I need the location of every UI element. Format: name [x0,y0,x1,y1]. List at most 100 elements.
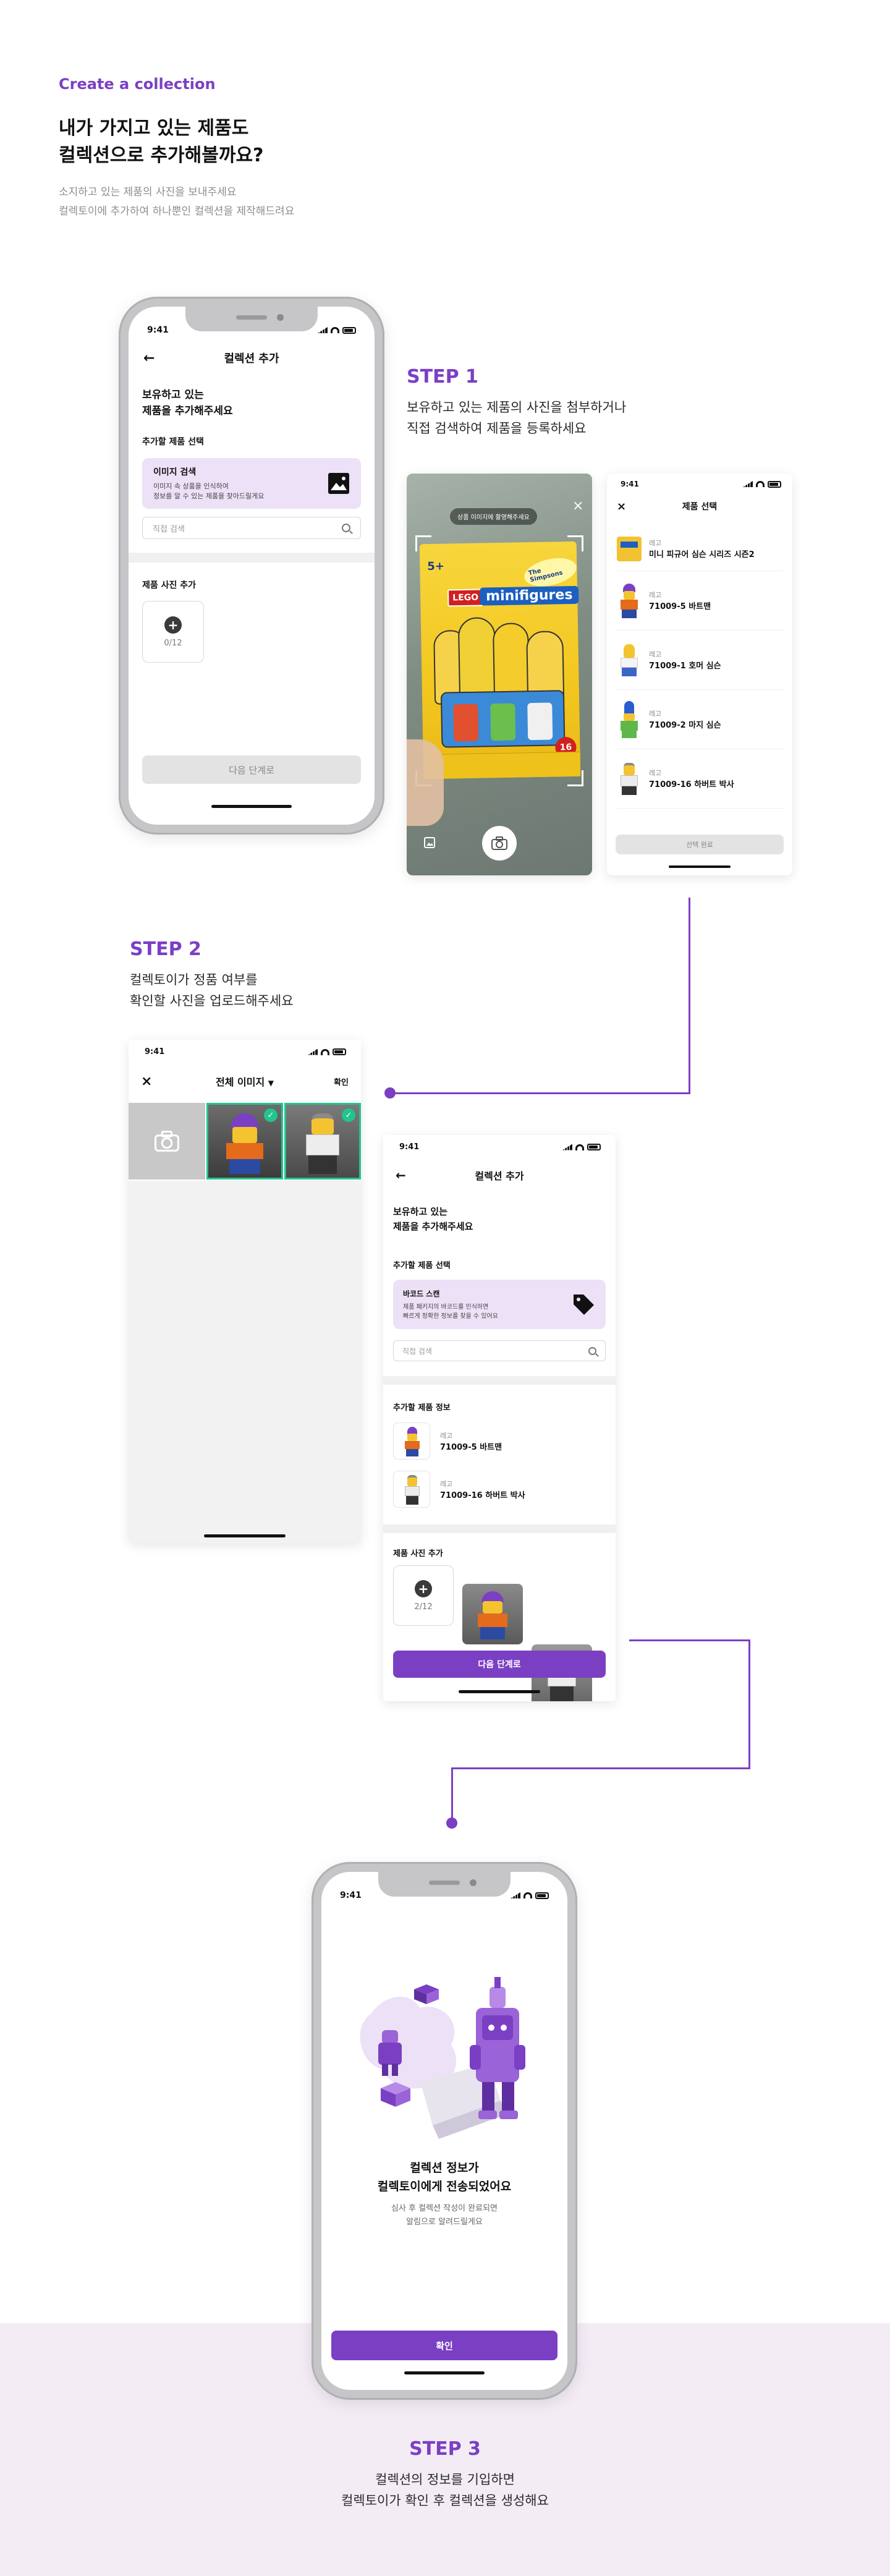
chevron-down-icon: ▼ [268,1079,274,1087]
close-icon[interactable]: × [141,1074,152,1089]
search-placeholder: 직접 검색 [153,524,185,534]
nav-bar: ← 컬렉션 추가 [396,1166,603,1184]
wifi-icon [331,327,339,333]
status-time: 9:41 [399,1142,420,1152]
wifi-icon [321,1048,329,1055]
photo-tile-selected[interactable]: ✓ [206,1103,283,1180]
search-input[interactable]: 직접 검색 [142,517,361,539]
product-list: 레고 미니 피규어 심슨 시리즈 시즌2 레고 71009-5 바트맨 레고 7100… [617,527,784,809]
photo-count: 0/12 [164,638,182,648]
section-divider [383,1376,616,1385]
battery-icon [768,480,781,488]
select-complete-button[interactable]: 선택 완료 [616,835,784,854]
photo-count: 2/12 [414,1602,433,1612]
list-item[interactable]: 레고 71009-2 마지 심슨 [617,690,784,749]
battery-icon [333,1048,346,1055]
done-desc: 심사 후 컬렉션 작성이 완료되면 알림으로 알려드릴게요 [391,2204,498,2227]
list-fade [607,807,792,832]
wifi-icon [523,1892,532,1898]
home-indicator [459,1690,540,1693]
image-search-title: 이미지 검색 [153,467,197,477]
product-thumb [617,536,642,561]
product-thumb [393,1422,430,1460]
barcode-scan-card[interactable]: 바코드 스캔 제품 패키지의 바코드를 인식하면 빠르게 정확한 정보를 찾을 … [393,1280,606,1329]
image-search-card[interactable]: 이미지 검색 이미지 속 상품을 인식하여 정보를 알 수 있는 제품을 찾아드… [142,458,361,509]
album-title-text: 전체 이미지 [216,1076,265,1088]
status-icons [511,1892,549,1899]
select-product-screen: 9:41 × 제품 선택 레고 미니 피규어 심슨 시리즈 시즌2 레고 71009… [607,474,792,875]
flow-connector [689,898,690,1094]
phone-mockup-done: 9:41 컬렉션 정보가 컬렉토이에게 전송되었어요 심사 후 컬렉션 작성이 … [312,1862,577,2400]
photo-label: 제품 사진 추가 [142,580,197,590]
select-label: 추가할 제품 선택 [393,1261,451,1270]
step3-title: STEP 3 [409,2438,481,2460]
gallery-confirm-button[interactable]: 확인 [334,1076,349,1087]
package-age-badge: 5+ [427,559,445,574]
nav-title: 컬렉션 추가 [475,1170,524,1182]
product-brand: 레고 [649,539,662,547]
status-icons [318,326,356,334]
section-divider [383,1524,616,1533]
product-name: 71009-1 호머 심슨 [649,661,721,671]
home-indicator [204,1534,286,1537]
section-divider [129,553,375,563]
step1-title: STEP 1 [407,366,478,388]
product-thumb [617,762,642,796]
shutter-button[interactable] [482,826,517,861]
signal-icon [511,1892,520,1898]
product-thumb [393,1471,430,1508]
list-item[interactable]: 레고미니 피규어 심슨 시리즈 시즌2 [617,527,784,571]
search-placeholder: 직접 검색 [402,1346,432,1356]
product-brand: 레고 [649,710,662,718]
add-prompt: 보유하고 있는 제품을 추가해주세요 [142,389,233,417]
package-characters [433,616,568,748]
done-title: 컬렉션 정보가 컬렉토이에게 전송되었어요 [377,2161,512,2193]
phone-screen-add: 9:41 ← 컬렉션 추가 보유하고 있는 제품을 추가해주세요 추가할 제품 … [129,307,375,825]
search-icon [588,1346,596,1355]
home-indicator [404,2371,485,2374]
list-item[interactable]: 레고 71009-1 호머 심슨 [617,631,784,690]
list-item[interactable]: 레고 71009-16 하버트 박사 [617,749,784,809]
album-title[interactable]: 전체 이미지 ▼ [216,1074,274,1089]
plus-icon: + [415,1579,432,1597]
list-item[interactable]: 레고 71009-5 바트맨 [617,571,784,631]
photo-label: 제품 사진 추가 [393,1549,443,1558]
list-item[interactable]: 레고 71009-5 바트맨 [393,1419,606,1463]
signal-icon [743,481,753,487]
home-indicator [669,865,731,868]
info-label: 추가할 제품 정보 [393,1403,451,1413]
status-bar: 9:41 [147,325,356,335]
add-photo-button[interactable]: + 0/12 [142,601,204,663]
done-confirm-button[interactable]: 확인 [331,2331,557,2360]
gallery-icon[interactable] [424,837,435,848]
search-input[interactable]: 직접 검색 [393,1340,606,1361]
signal-icon [318,327,328,333]
add-photo-button[interactable]: + 2/12 [393,1565,454,1626]
package-brand: LEGO [447,589,484,607]
battery-icon [535,1892,549,1899]
empty-gallery-area [129,1181,361,1543]
flow-connector [451,1767,750,1769]
photo-tile-selected[interactable]: ✓ [284,1103,361,1180]
arrow-left-icon[interactable]: ← [143,351,155,366]
next-button[interactable]: 다음 단계로 [142,755,361,784]
robot-illustration [360,1977,525,2139]
camera-tile[interactable] [129,1103,205,1180]
flow-dot [446,1817,457,1829]
image-search-desc: 이미지 속 상품을 인식하여 정보를 알 수 있는 제품을 찾아드릴게요 [153,482,265,500]
next-button[interactable]: 다음 단계로 [393,1651,606,1678]
product-brand: 레고 [440,1431,453,1440]
package-series: The Simpsons [521,553,580,591]
arrow-left-icon[interactable]: ← [396,1168,406,1183]
barcode-scan-title: 바코드 스캔 [403,1289,440,1298]
product-name: 미니 피규어 심슨 시리즈 시즌2 [649,550,755,559]
uploaded-photo[interactable] [462,1584,523,1644]
section-eyebrow: Create a collection [59,75,216,93]
camera-icon [491,836,507,850]
nav-title: 제품 선택 [682,502,718,512]
close-icon[interactable]: × [572,498,583,514]
product-brand: 레고 [649,650,662,658]
camera-icon [155,1131,179,1152]
close-icon[interactable]: × [617,500,626,513]
list-item[interactable]: 레고 71009-16 하버트 박사 [393,1468,606,1511]
